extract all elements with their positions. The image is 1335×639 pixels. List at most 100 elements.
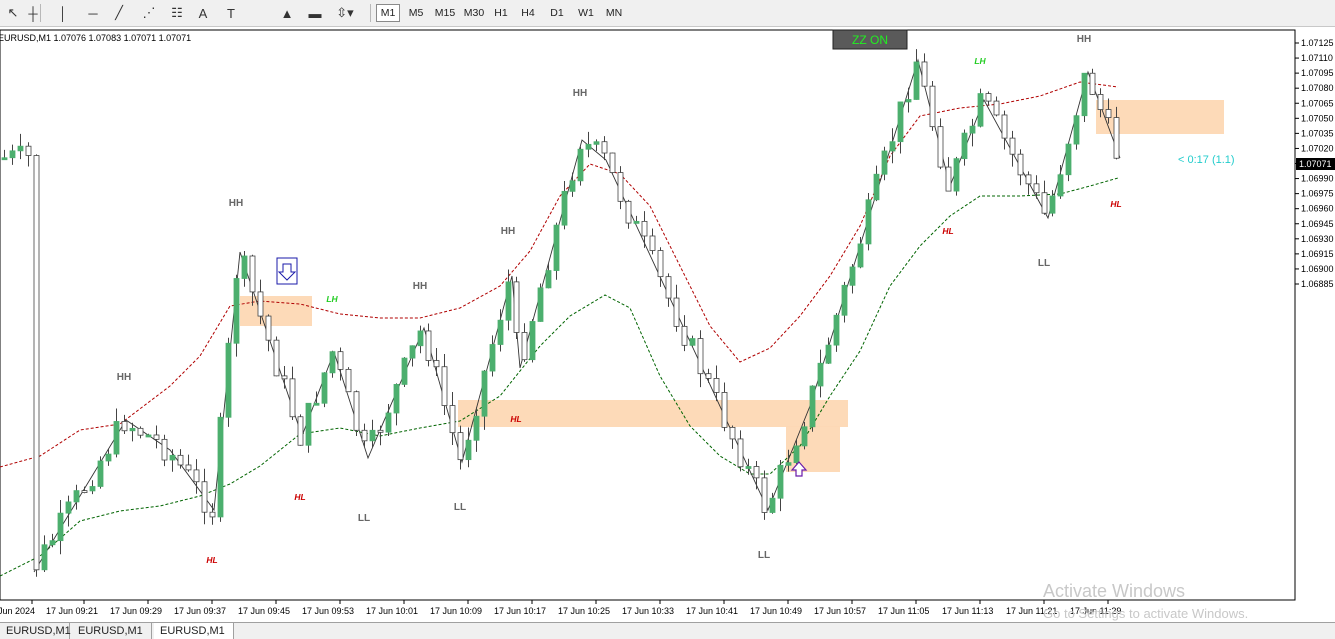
timeframe-mn-button[interactable]: MN [601,4,627,22]
structure-label-hl: HL [942,226,953,236]
price-chart[interactable]: 1.07125 1.07110 1.07095 1.07080 1.07065 1.070… [0,26,1335,622]
bull-candle [17,145,24,152]
bear-candle [681,325,688,346]
bull-candle [385,412,392,433]
bull-candle [585,143,592,150]
text-label-icon[interactable]: T [220,3,242,23]
bear-candle [929,85,936,128]
structure-label-ll: LL [758,550,770,561]
bull-candle [113,421,120,455]
bull-candle [129,427,136,432]
bear-candle [921,61,928,87]
chart-tab[interactable]: EURUSD,M1 [154,623,234,639]
bull-candle [97,460,104,487]
bull-candle [409,345,416,359]
price-axis-label: 1.07050 [1301,113,1334,123]
bull-candle [881,150,888,175]
toolbar-separator [40,4,41,22]
bull-candle [305,402,312,446]
price-axis-label: 1.07110 [1301,53,1333,63]
bull-candle [769,497,776,513]
text-icon[interactable]: A [192,3,214,23]
bull-candle [49,540,56,546]
bear-candle [513,281,520,333]
triangle-icon[interactable]: ▲ [276,3,298,23]
bull-candle [217,416,224,518]
bull-candle [793,445,800,464]
bear-candle [737,438,744,468]
chart-toolbar: ↖ ┼ │ ─ ╱ ⋰ ☷ A T ▲ ▬ ⇳▾ M1 M5 M15 M30 H1 H4 D1 W1 MN [0,0,1335,27]
bear-candle [1041,192,1048,214]
bear-candle [1097,94,1104,110]
bull-candle [1073,115,1080,145]
price-axis-label: 1.07125 [1301,38,1334,48]
bear-candle [753,466,760,479]
bull-candle [529,321,536,361]
structure-label-hl: HL [510,414,521,424]
arrows-menu-icon[interactable]: ⇳▾ [334,3,356,23]
bull-candle [1,157,8,161]
bear-candle [337,351,344,370]
bull-candle [849,266,856,286]
time-axis-label: 17 Jun 10:09 [430,606,482,616]
structure-label-hl: HL [294,492,305,502]
rectangle-icon[interactable]: ▬ [304,3,326,23]
zone-rectangle[interactable] [240,296,312,326]
structure-label-hh: HH [413,281,427,292]
time-axis-label: 17 Jun 10:33 [622,606,674,616]
bear-candle [177,454,184,466]
chart-tab[interactable]: EURUSD,M1 [72,623,152,639]
toolbar-separator [370,4,371,22]
bull-candle [401,357,408,385]
horizontal-line-icon[interactable]: ─ [82,3,104,23]
timeframe-h1-button[interactable]: H1 [489,4,513,22]
timeframe-m30-button[interactable]: M30 [461,4,487,22]
bear-candle [449,405,456,434]
price-axis-label: 1.06945 [1301,219,1334,229]
gann-fan-icon[interactable]: ⋰ [138,3,160,23]
bear-candle [33,155,40,571]
vertical-line-icon[interactable]: │ [52,3,74,23]
bear-candle [609,152,616,173]
bear-candle [649,235,656,251]
trendline-icon[interactable]: ╱ [108,3,130,23]
bear-candle [657,250,664,278]
bull-candle [321,372,328,404]
bull-candle [569,180,576,192]
timeframe-m15-button[interactable]: M15 [431,4,459,22]
timeframe-m1-button[interactable]: M1 [376,4,400,22]
bear-candle [361,429,368,442]
price-axis-label: 1.06930 [1301,234,1334,244]
bear-candle [521,332,528,361]
bear-candle [265,315,272,341]
time-axis-label: 17 Jun 09:45 [238,606,290,616]
bear-candle [441,366,448,406]
timeframe-w1-button[interactable]: W1 [574,4,598,22]
bull-candle [393,384,400,414]
chart-area[interactable]: 1.07125 1.07110 1.07095 1.07080 1.07065 1.070… [0,26,1335,622]
bear-candle [345,368,352,393]
bull-candle [873,173,880,201]
fibonacci-icon[interactable]: ☷ [166,3,188,23]
timeframe-m5-button[interactable]: M5 [404,4,428,22]
bull-candle [809,385,816,428]
current-price-label: 1.07071 [1299,159,1332,169]
bear-candle [249,255,256,293]
bear-candle [377,429,384,433]
bull-candle [369,429,376,442]
bull-candle [865,199,872,245]
bull-candle [577,148,584,182]
bull-candle [889,141,896,152]
cursor-icon[interactable]: ↖ [2,3,24,23]
time-axis-label: 17 Jun 10:57 [814,606,866,616]
price-axis-label: 1.06915 [1301,249,1334,259]
bear-candle [185,464,192,471]
timeframe-d1-button[interactable]: D1 [545,4,569,22]
timeframe-h4-button[interactable]: H4 [516,4,540,22]
bull-candle [785,462,792,466]
bear-candle [1025,174,1032,185]
bear-candle [161,438,168,461]
bull-candle [857,243,864,268]
time-axis-label: 17 Jun 11:05 [878,606,929,616]
chart-tab[interactable]: EURUSD,M1 [0,623,71,639]
